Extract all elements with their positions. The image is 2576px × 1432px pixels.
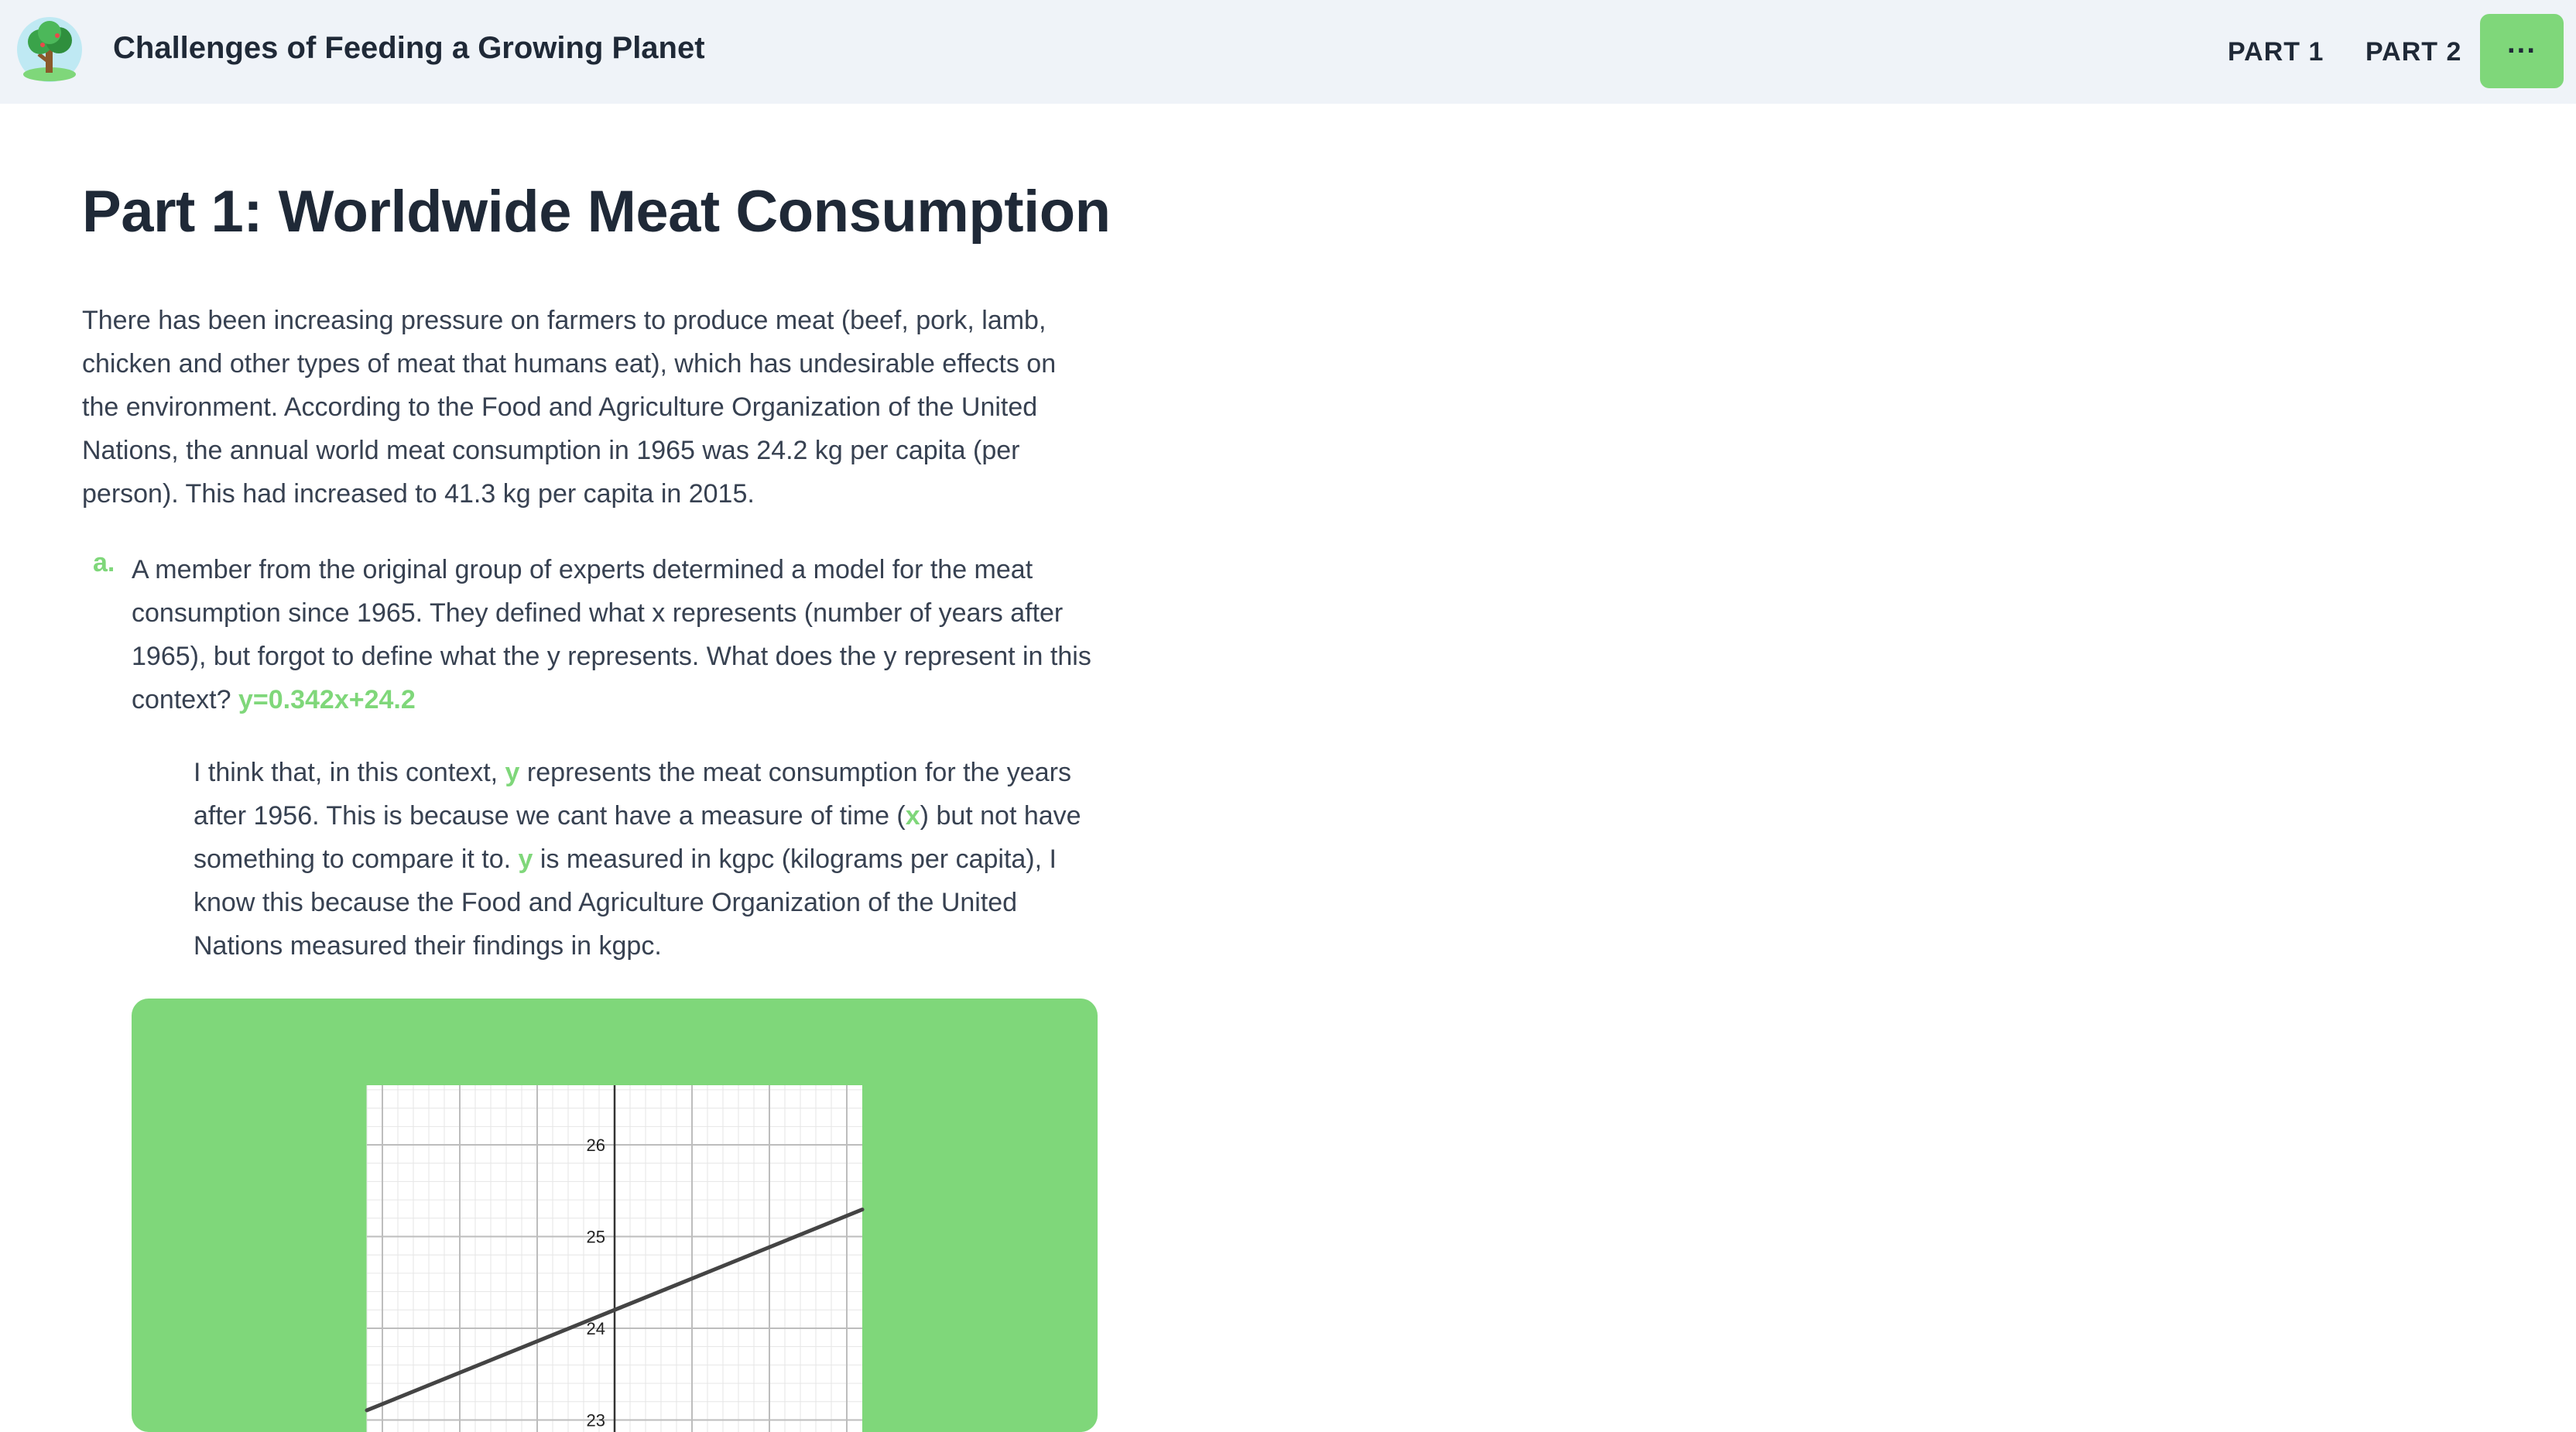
var-y-2: y (518, 844, 533, 874)
nav-part-2[interactable]: PART 2 (2365, 37, 2461, 67)
question-text: A member from the original group of expe… (132, 548, 1091, 721)
intro-paragraph: There has been increasing pressure on fa… (82, 306, 1057, 509)
top-bar: Challenges of Feeding a Growing Planet P… (0, 0, 2576, 104)
more-menu-button[interactable]: ··· (2480, 14, 2564, 88)
nav-part-1[interactable]: PART 1 (2228, 37, 2324, 67)
y-tick-label: 23 (587, 1410, 605, 1430)
answer-part-1: I think that, in this context, (194, 758, 498, 787)
main-content: Part 1: Worldwide Meat Consumption (82, 178, 1111, 245)
var-x: x (905, 801, 920, 831)
y-tick-label: 25 (587, 1227, 605, 1246)
y-tick-label: 26 (587, 1136, 605, 1155)
var-y: y (505, 758, 520, 787)
app-title: Challenges of Feeding a Growing Planet (113, 31, 705, 65)
line-chart[interactable]: 23242526 (132, 999, 1098, 1432)
question-letter: a. (93, 548, 115, 577)
equation: y=0.342x+24.2 (238, 685, 416, 714)
answer-text: I think that, in this context, y represe… (194, 751, 1091, 968)
tree-icon[interactable] (17, 17, 82, 82)
graph-panel: 23 24 25 26 (132, 999, 1098, 1432)
page-title: Part 1: Worldwide Meat Consumption (82, 179, 1111, 245)
more-icon: ··· (2507, 34, 2537, 67)
